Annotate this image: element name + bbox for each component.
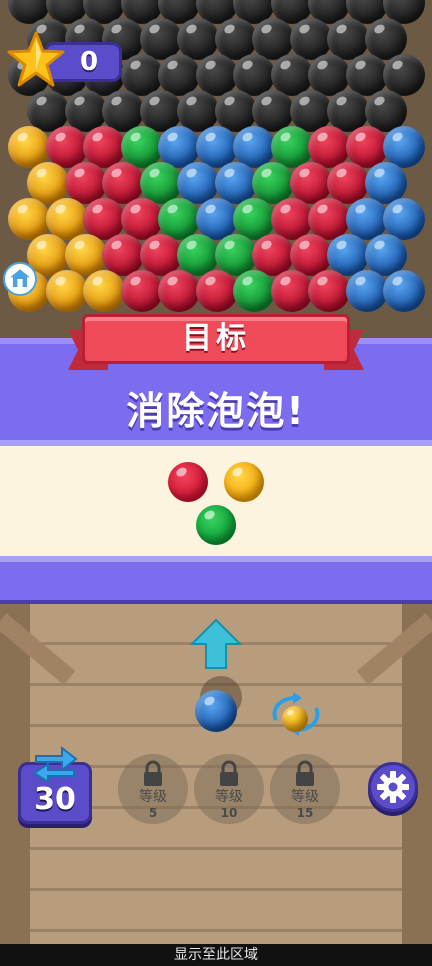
goal-bubble-green (196, 505, 236, 545)
lock-icon (220, 760, 238, 786)
goal-bubble-red (168, 462, 208, 502)
lock-label: 等级 (139, 789, 167, 805)
score-value: 0 (79, 47, 99, 77)
swap-count: 30 (34, 782, 76, 817)
goal-ribbon-title: 目标 (182, 321, 250, 356)
locked-booster-3[interactable]: 等级 15 (270, 754, 340, 824)
board-bubble (45, 270, 88, 312)
next-bubble[interactable] (282, 706, 308, 732)
board-bubble (233, 270, 275, 312)
lock-level: 15 (296, 806, 314, 820)
goal-instruction: 消除泡泡! (126, 389, 306, 433)
swap-icon (32, 745, 78, 782)
board-bubble (345, 270, 388, 312)
lock-icon (144, 760, 162, 786)
up-arrow-icon[interactable] (190, 618, 242, 670)
locked-booster-2[interactable]: 等级 10 (194, 754, 264, 824)
home-icon[interactable] (3, 262, 37, 296)
board-bubble (195, 270, 238, 312)
goal-bubble-yellow (224, 462, 264, 502)
footer-label: 显示至此区域 (0, 944, 432, 964)
lock-label: 等级 (215, 789, 243, 805)
lock-icon (296, 760, 314, 786)
board-bubble (270, 270, 313, 312)
goal-panel-footer (0, 556, 432, 604)
shooter-bubble[interactable] (195, 690, 237, 732)
board-bubble (308, 270, 350, 312)
board-bubble (120, 270, 163, 312)
gear-icon (377, 771, 409, 803)
lock-level: 5 (148, 806, 158, 820)
board-bubble (158, 270, 200, 312)
lock-level: 10 (220, 806, 238, 820)
board-bubble (83, 270, 125, 312)
star-icon (7, 31, 65, 87)
locked-booster-1[interactable]: 等级 5 (118, 754, 188, 824)
board-bubble (383, 270, 425, 312)
lock-label: 等级 (291, 789, 319, 805)
